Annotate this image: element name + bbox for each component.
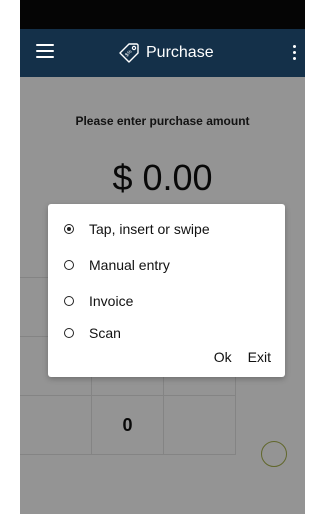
radio-selected-icon[interactable] bbox=[64, 224, 74, 234]
hamburger-menu-icon[interactable] bbox=[36, 44, 54, 60]
option-label: Manual entry bbox=[89, 257, 170, 273]
vertical-dots-icon[interactable] bbox=[293, 45, 299, 63]
left-edge bbox=[0, 0, 20, 514]
option-label: Scan bbox=[89, 325, 121, 341]
radio-icon[interactable] bbox=[64, 328, 74, 338]
price-tag-icon: $% bbox=[119, 43, 139, 63]
option-invoice[interactable]: Invoice bbox=[48, 286, 285, 316]
exit-button[interactable]: Exit bbox=[248, 349, 271, 365]
svg-text:$%: $% bbox=[124, 48, 134, 58]
ok-button[interactable]: Ok bbox=[214, 349, 232, 365]
option-tap-insert-swipe[interactable]: Tap, insert or swipe bbox=[48, 214, 285, 244]
radio-icon[interactable] bbox=[64, 260, 74, 270]
option-manual-entry[interactable]: Manual entry bbox=[48, 250, 285, 280]
page-title: Purchase bbox=[146, 44, 214, 61]
payment-method-dialog: Tap, insert or swipe Manual entry Invoic… bbox=[48, 204, 285, 377]
option-label: Invoice bbox=[89, 293, 134, 309]
status-bar bbox=[20, 0, 305, 29]
dialog-actions: Ok Exit bbox=[214, 349, 271, 365]
option-scan[interactable]: Scan bbox=[48, 318, 285, 348]
app-bar: $% Purchase bbox=[20, 29, 305, 77]
app-bar-title-group: $% Purchase bbox=[116, 39, 214, 67]
option-label: Tap, insert or swipe bbox=[89, 221, 210, 237]
radio-icon[interactable] bbox=[64, 296, 74, 306]
